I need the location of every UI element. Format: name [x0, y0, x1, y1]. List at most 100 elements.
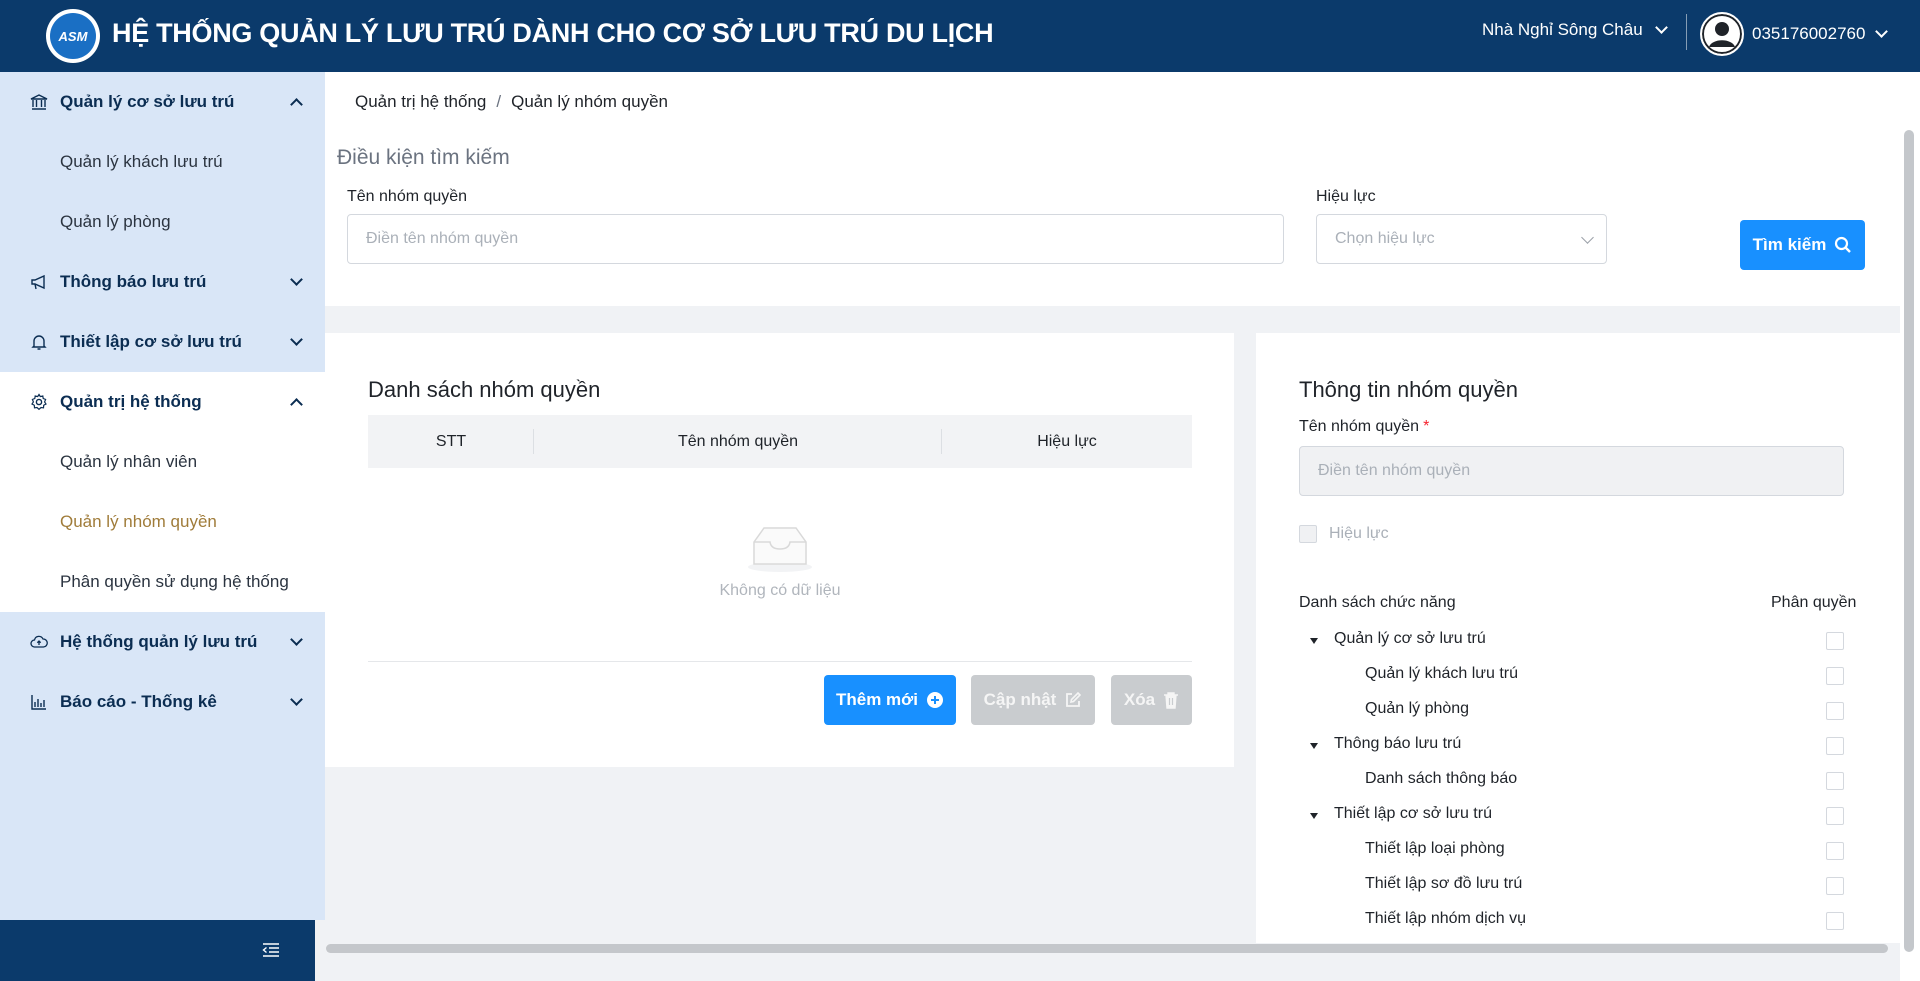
detail-name-label: Tên nhóm quyền *: [1299, 418, 1430, 435]
app-header: ASM HỆ THỐNG QUẢN LÝ LƯU TRÚ DÀNH CHO CƠ…: [0, 0, 1920, 72]
search-status-select[interactable]: Chọn hiệu lực: [1316, 214, 1607, 264]
caret-down-icon[interactable]: [1310, 638, 1318, 644]
facility-selector[interactable]: Nhà Nghỉ Sông Châu: [1482, 20, 1668, 40]
caret-down-icon[interactable]: [1310, 743, 1318, 749]
breadcrumb-separator: /: [496, 92, 502, 111]
vertical-scrollbar[interactable]: [1904, 130, 1914, 952]
bar-chart-icon: [31, 695, 46, 710]
caret-down-icon[interactable]: [1310, 813, 1318, 819]
tree-item-row[interactable]: Thiết lập sơ đồ lưu trú: [1365, 875, 1522, 893]
search-name-placeholder: Điền tên nhóm quyền: [366, 230, 519, 247]
tree-group-row[interactable]: Thiết lập cơ sở lưu trú: [1334, 805, 1492, 823]
sidebar-group-notifications[interactable]: Thông báo lưu trú: [0, 252, 325, 312]
empty-text: Không có dữ liệu: [719, 582, 841, 599]
permission-checkbox[interactable]: [1826, 877, 1844, 895]
search-title: Điều kiện tìm kiếm: [337, 146, 510, 169]
sidebar-group-reports[interactable]: Báo cáo - Thống kê: [0, 672, 325, 732]
permission-header: Phân quyền: [1771, 594, 1857, 611]
sidebar-group-label: Hệ thống quản lý lưu trú: [60, 632, 258, 651]
sidebar-group-facility[interactable]: Quản lý cơ sở lưu trú: [0, 72, 325, 132]
chevron-up-icon: [290, 398, 303, 411]
permission-checkbox[interactable]: [1826, 772, 1844, 790]
app-logo[interactable]: ASM: [46, 9, 100, 63]
update-button[interactable]: Cập nhật: [971, 675, 1095, 725]
bell-icon: [31, 335, 47, 350]
permission-checkbox[interactable]: [1826, 912, 1844, 930]
tree-item-row[interactable]: Quản lý khách lưu trú: [1365, 665, 1518, 683]
chevron-down-icon: [290, 633, 303, 646]
plus-circle-icon: [927, 692, 943, 708]
search-status-label: Hiệu lực: [1316, 188, 1376, 205]
chevron-down-icon: [290, 333, 303, 346]
sidebar-item-rooms[interactable]: Quản lý phòng: [0, 192, 325, 252]
sidebar-group-admin[interactable]: Quản trị hệ thống: [0, 372, 325, 432]
role-table-header: STT Tên nhóm quyền Hiệu lực: [368, 415, 1192, 468]
permission-checkbox[interactable]: [1826, 807, 1844, 825]
menu-fold-icon[interactable]: [262, 942, 280, 958]
chevron-down-icon: [290, 693, 303, 706]
add-button[interactable]: Thêm mới: [824, 675, 956, 725]
chevron-down-icon: [1875, 25, 1889, 38]
delete-button-label: Xóa: [1123, 690, 1156, 709]
sidebar-group-lodging-system[interactable]: Hệ thống quản lý lưu trú: [0, 612, 325, 672]
bank-icon: [30, 94, 48, 110]
column-header-stt[interactable]: STT: [368, 415, 534, 468]
detail-name-input[interactable]: Điền tên nhóm quyền: [1299, 446, 1844, 496]
breadcrumb-current: Quản lý nhóm quyền: [511, 92, 668, 111]
breadcrumb-parent[interactable]: Quản trị hệ thống: [355, 92, 486, 112]
megaphone-icon: [31, 274, 45, 290]
search-button[interactable]: Tìm kiếm: [1740, 220, 1865, 270]
sidebar-item-label: Phân quyền sử dụng hệ thống: [60, 572, 289, 591]
chevron-up-icon: [290, 98, 303, 111]
logo-text: ASM: [50, 13, 96, 59]
chevron-down-icon: [1654, 21, 1668, 34]
user-menu[interactable]: 035176002760: [1700, 12, 1889, 56]
empty-inbox-icon: [748, 527, 812, 572]
add-button-label: Thêm mới: [836, 690, 918, 709]
search-name-label: Tên nhóm quyền: [347, 188, 468, 205]
gear-icon: [31, 393, 47, 411]
tree-item-row[interactable]: Quản lý phòng: [1365, 700, 1469, 718]
trash-icon: [1164, 692, 1179, 709]
sidebar-item-label: Quản lý nhóm quyền: [60, 512, 217, 531]
role-list-title: Danh sách nhóm quyền: [368, 377, 601, 402]
column-header-status[interactable]: Hiệu lực: [942, 415, 1192, 468]
sidebar-group-label: Quản lý cơ sở lưu trú: [60, 92, 235, 111]
role-detail-title: Thông tin nhóm quyền: [1299, 377, 1518, 402]
sidebar-item-role-groups[interactable]: Quản lý nhóm quyền: [0, 492, 325, 552]
search-icon: [1835, 236, 1852, 253]
tree-item-row[interactable]: Thiết lập nhóm dịch vụ: [1365, 910, 1526, 928]
delete-button[interactable]: Xóa: [1111, 675, 1192, 725]
permission-checkbox[interactable]: [1826, 632, 1844, 650]
search-name-input[interactable]: Điền tên nhóm quyền: [347, 214, 1284, 264]
sidebar-group-label: Quản trị hệ thống: [60, 392, 202, 411]
sidebar-item-guests[interactable]: Quản lý khách lưu trú: [0, 132, 325, 192]
facility-name: Nhà Nghỉ Sông Châu: [1482, 20, 1643, 39]
search-button-label: Tìm kiếm: [1752, 235, 1827, 254]
sidebar-item-label: Quản lý khách lưu trú: [60, 152, 223, 171]
column-header-name[interactable]: Tên nhóm quyền: [534, 415, 942, 468]
active-checkbox-label: Hiệu lực: [1329, 525, 1389, 542]
sidebar-item-permissions[interactable]: Phân quyền sử dụng hệ thống: [0, 552, 325, 612]
update-button-label: Cập nhật: [983, 690, 1057, 709]
permission-checkbox[interactable]: [1826, 667, 1844, 685]
sidebar-group-label: Thông báo lưu trú: [60, 272, 207, 291]
user-phone: 035176002760: [1752, 24, 1866, 43]
chevron-down-icon: [1581, 231, 1594, 244]
permission-checkbox[interactable]: [1826, 702, 1844, 720]
tree-item-row[interactable]: Danh sách thông báo: [1365, 770, 1517, 788]
active-checkbox[interactable]: [1299, 525, 1317, 543]
tree-item-row[interactable]: Thiết lập loại phòng: [1365, 840, 1505, 858]
permission-checkbox[interactable]: [1826, 737, 1844, 755]
table-divider: [368, 661, 1192, 662]
sidebar: Quản lý cơ sở lưu trú Quản lý khách lưu …: [0, 72, 325, 920]
horizontal-scrollbar[interactable]: [326, 944, 1888, 953]
sidebar-item-label: Quản lý phòng: [60, 212, 171, 231]
sidebar-item-staff[interactable]: Quản lý nhân viên: [0, 432, 325, 492]
permission-checkbox[interactable]: [1826, 842, 1844, 860]
edit-icon: [1066, 691, 1082, 707]
tree-group-row[interactable]: Quản lý cơ sở lưu trú: [1334, 630, 1486, 648]
sidebar-group-setup[interactable]: Thiết lập cơ sở lưu trú: [0, 312, 325, 372]
tree-group-row[interactable]: Thông báo lưu trú: [1334, 735, 1461, 753]
header-divider: [1686, 14, 1687, 50]
